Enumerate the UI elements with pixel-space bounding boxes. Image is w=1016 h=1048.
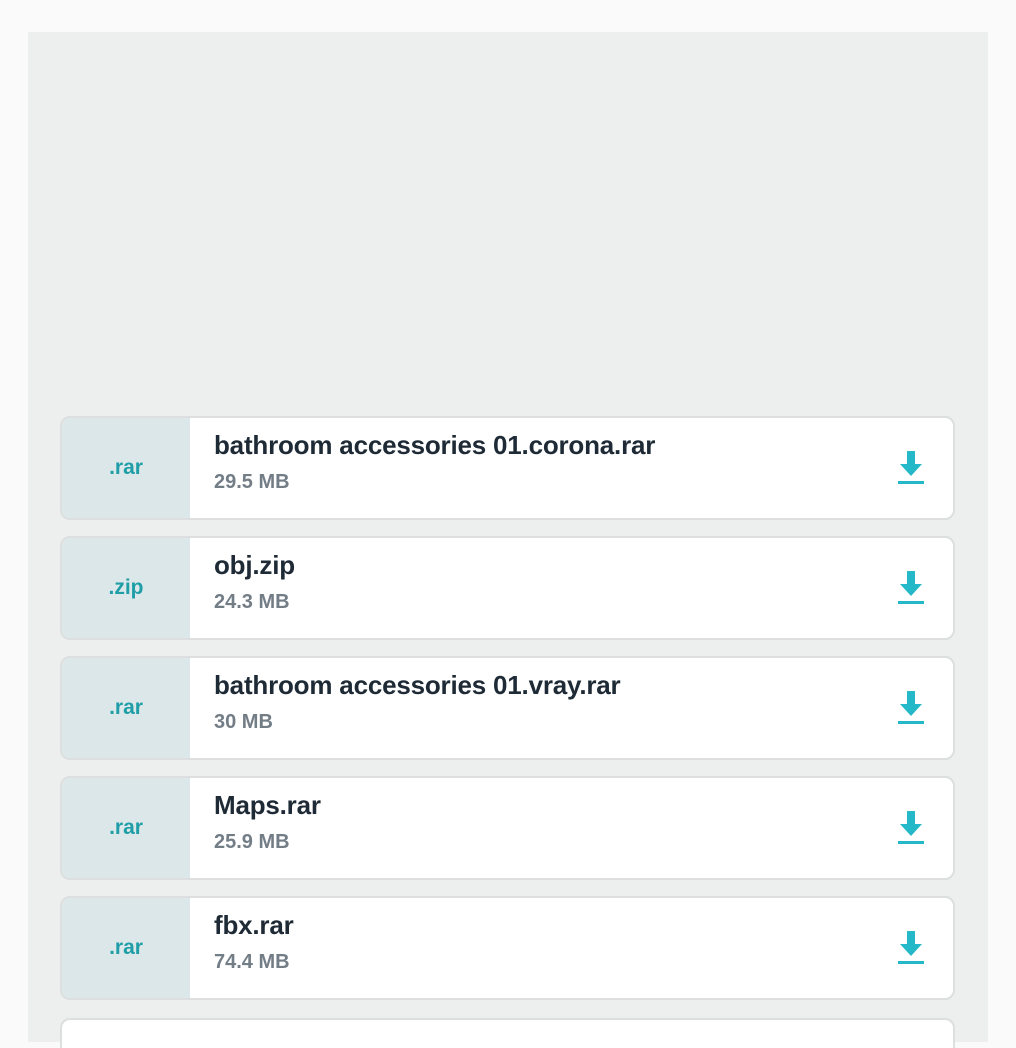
- file-item: .rar Maps.rar 25.9 MB: [60, 776, 955, 880]
- file-info: bathroom accessories 01.vray.rar 30 MB: [190, 658, 869, 758]
- file-name: fbx.rar: [214, 910, 294, 940]
- file-item: .rar fbx.rar 74.4 MB: [60, 896, 955, 1000]
- download-button[interactable]: [869, 418, 953, 518]
- file-extension-badge: .rar: [62, 778, 190, 878]
- next-card-partial: [60, 1018, 955, 1048]
- file-size: 25.9 MB: [214, 831, 290, 853]
- file-info: bathroom accessories 01.corona.rar 29.5 …: [190, 418, 869, 518]
- file-list: .rar bathroom accessories 01.corona.rar …: [60, 416, 956, 1048]
- file-extension-badge: .rar: [62, 418, 190, 518]
- file-extension-badge: .rar: [62, 898, 190, 998]
- download-icon: [898, 931, 924, 964]
- file-item: .rar bathroom accessories 01.corona.rar …: [60, 416, 955, 520]
- download-icon: [898, 691, 924, 724]
- file-info: obj.zip 24.3 MB: [190, 538, 869, 638]
- file-extension-badge: .rar: [62, 658, 190, 758]
- file-name: bathroom accessories 01.vray.rar: [214, 670, 621, 700]
- file-item: .rar bathroom accessories 01.vray.rar 30…: [60, 656, 955, 760]
- download-button[interactable]: [869, 778, 953, 878]
- file-extension-badge: .zip: [62, 538, 190, 638]
- file-info: fbx.rar 74.4 MB: [190, 898, 869, 998]
- file-size: 74.4 MB: [214, 951, 290, 973]
- download-button[interactable]: [869, 538, 953, 638]
- file-size: 29.5 MB: [214, 471, 290, 493]
- file-name: bathroom accessories 01.corona.rar: [214, 430, 656, 460]
- download-panel: .rar bathroom accessories 01.corona.rar …: [28, 32, 988, 1048]
- download-icon: [898, 811, 924, 844]
- download-button[interactable]: [869, 898, 953, 998]
- file-name: obj.zip: [214, 550, 295, 580]
- download-icon: [898, 451, 924, 484]
- file-info: Maps.rar 25.9 MB: [190, 778, 869, 878]
- file-item: .zip obj.zip 24.3 MB: [60, 536, 955, 640]
- file-size: 24.3 MB: [214, 591, 290, 613]
- file-size: 30 MB: [214, 711, 273, 733]
- download-button[interactable]: [869, 658, 953, 758]
- download-icon: [898, 571, 924, 604]
- file-name: Maps.rar: [214, 790, 321, 820]
